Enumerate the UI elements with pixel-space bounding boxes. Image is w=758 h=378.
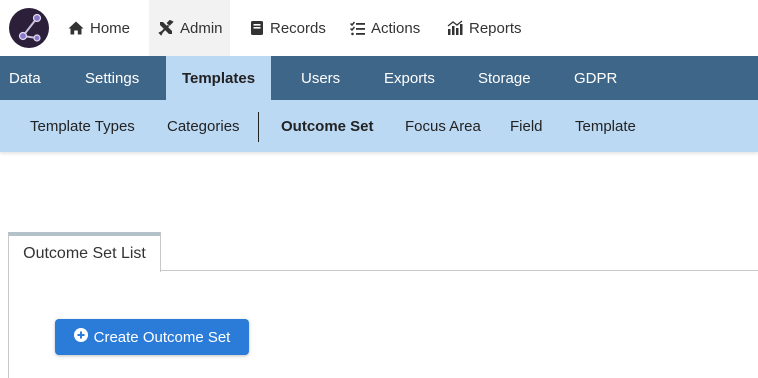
- subnav-categories-label: Categories: [167, 117, 240, 135]
- secnav-users-label: Users: [301, 69, 341, 87]
- secnav-templates-label: Templates: [181, 69, 256, 87]
- subnav-field-label: Field: [510, 117, 543, 135]
- admin-section-bar: Data Settings Templates Users Exports St…: [0, 56, 758, 100]
- checklist-icon: [350, 21, 365, 36]
- home-icon: [68, 20, 84, 36]
- subnav-outcome-set-label: Outcome Set: [281, 117, 374, 135]
- secnav-storage[interactable]: Storage: [478, 56, 531, 100]
- secnav-settings[interactable]: Settings: [85, 56, 139, 100]
- secnav-settings-label: Settings: [85, 69, 140, 87]
- subnav-focus-area-label: Focus Area: [405, 117, 481, 135]
- tools-icon: [158, 20, 174, 36]
- subnav-categories[interactable]: Categories: [167, 100, 240, 152]
- subnav-template-types-label: Template Types: [30, 117, 135, 135]
- subnav-template-types[interactable]: Template Types: [30, 100, 135, 152]
- subnav-outcome-set[interactable]: Outcome Set: [281, 100, 374, 152]
- topnav-home[interactable]: Home: [68, 0, 130, 56]
- tab-outcome-set-list[interactable]: Outcome Set List: [8, 232, 161, 272]
- subnav-template-label: Template: [575, 117, 636, 135]
- topnav-actions-label: Actions: [371, 19, 421, 37]
- topnav-admin[interactable]: Admin: [149, 0, 230, 56]
- plus-circle-icon: [73, 328, 88, 346]
- secnav-gdpr-label: GDPR: [574, 69, 618, 87]
- secnav-exports-label: Exports: [384, 69, 435, 87]
- secnav-users[interactable]: Users: [301, 56, 340, 100]
- create-outcome-set-label: Create Outcome Set: [93, 328, 231, 346]
- panel-left-border: [8, 271, 9, 378]
- secnav-templates[interactable]: Templates: [166, 56, 271, 100]
- topnav-admin-label: Admin: [180, 19, 223, 37]
- secnav-gdpr[interactable]: GDPR: [574, 56, 617, 100]
- book-icon: [250, 20, 264, 36]
- secnav-exports[interactable]: Exports: [384, 56, 435, 100]
- graph-logo-icon[interactable]: [9, 8, 49, 48]
- topnav-records-label: Records: [270, 19, 326, 37]
- tab-baseline: [160, 270, 758, 271]
- templates-sub-bar: Template Types Categories Outcome Set Fo…: [0, 100, 758, 152]
- subnav-field[interactable]: Field: [510, 100, 543, 152]
- secnav-data-label: Data: [9, 69, 41, 87]
- topnav-home-label: Home: [90, 19, 131, 37]
- topnav-records[interactable]: Records: [250, 0, 326, 56]
- subnav-divider: [258, 112, 259, 142]
- secnav-data[interactable]: Data: [9, 56, 41, 100]
- topnav-reports-label: Reports: [469, 19, 522, 37]
- subnav-template[interactable]: Template: [575, 100, 636, 152]
- tab-outcome-set-list-label: Outcome Set List: [23, 245, 146, 262]
- chart-icon: [447, 20, 463, 36]
- create-outcome-set-button[interactable]: Create Outcome Set: [55, 319, 249, 355]
- secnav-storage-label: Storage: [478, 69, 531, 87]
- top-navigation: Home Admin Records Actions Reports: [0, 0, 758, 56]
- subnav-focus-area[interactable]: Focus Area: [405, 100, 481, 152]
- topnav-actions[interactable]: Actions: [350, 0, 420, 56]
- topnav-reports[interactable]: Reports: [447, 0, 522, 56]
